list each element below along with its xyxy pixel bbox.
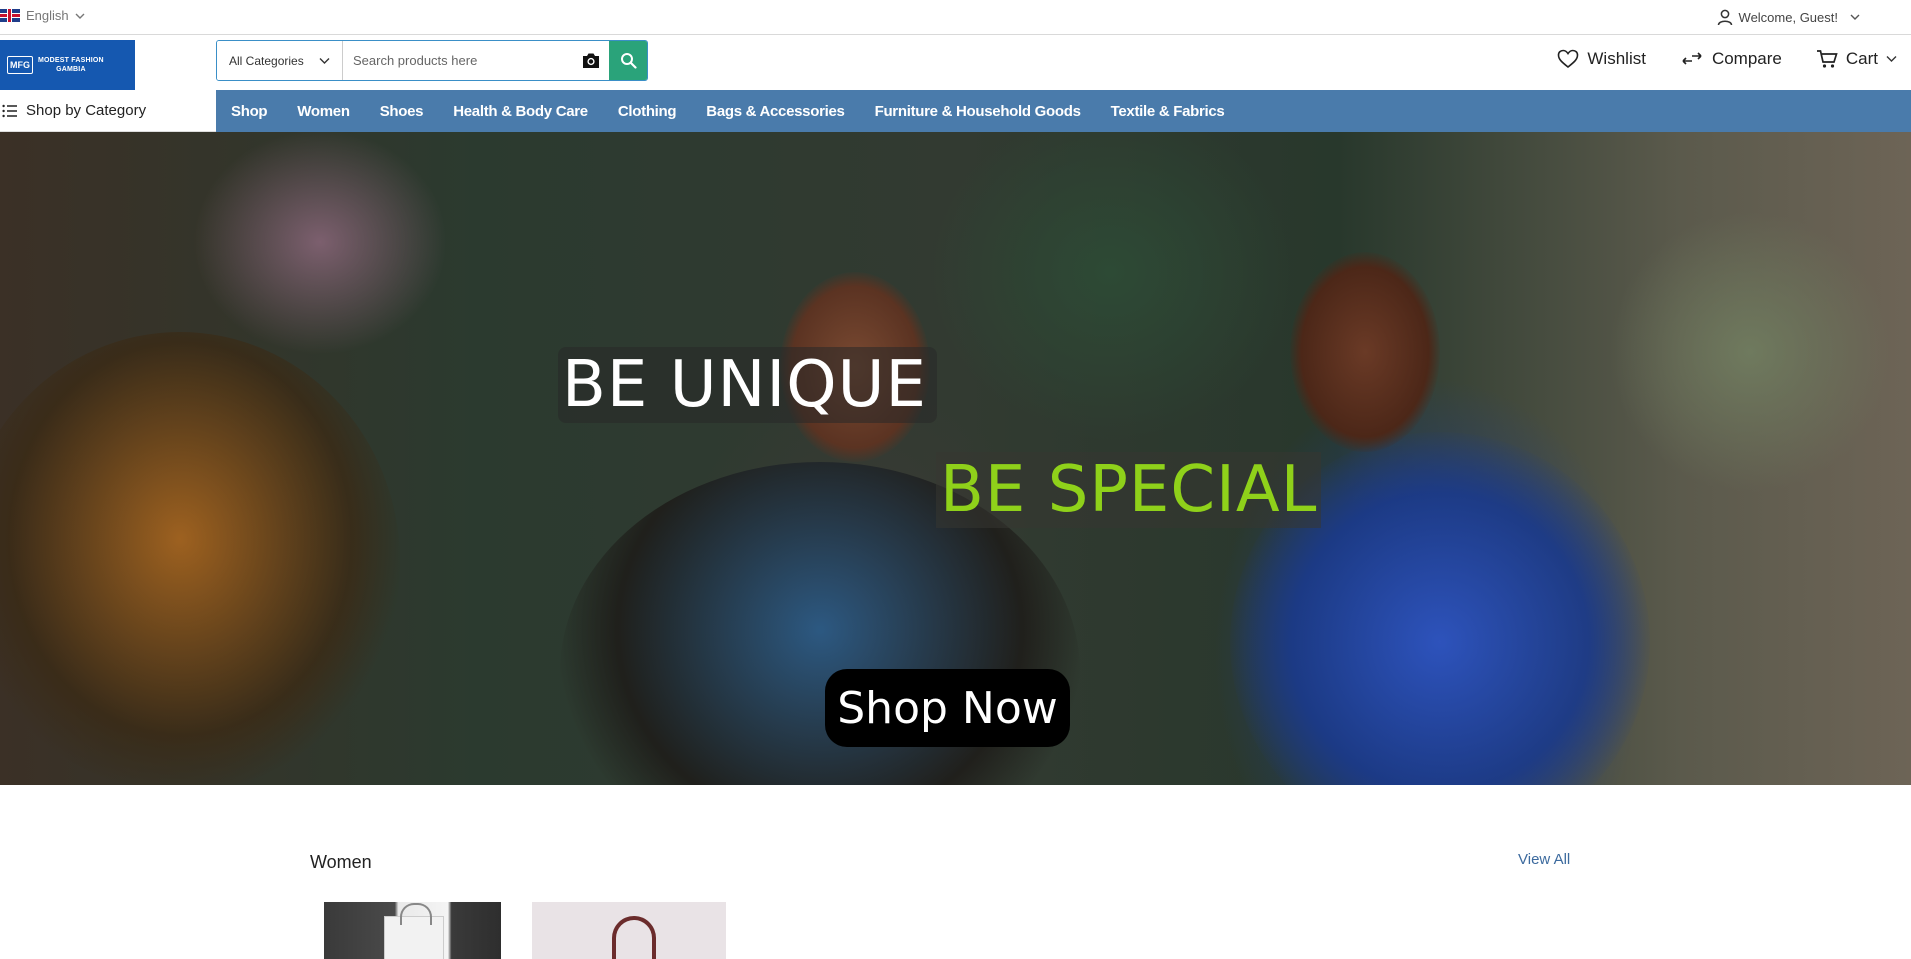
shop-by-category-button[interactable]: Shop by Category [0,90,216,132]
product-image-tote-bag [384,903,444,959]
hero-photo-face-right [1290,252,1440,452]
search-button[interactable] [609,41,647,80]
product-card[interactable] [532,902,726,959]
top-bar: English Welcome, Guest! [0,0,1911,35]
category-select[interactable]: All Categories [217,41,343,80]
camera-search-button[interactable] [573,41,609,80]
search-icon [620,53,637,69]
site-header: MFG MODEST FASHION GAMBIA All Categories… [0,35,1911,91]
product-card[interactable] [324,902,501,959]
user-icon [1717,9,1732,26]
nav-item-bags-accessories[interactable]: Bags & Accessories [706,103,845,120]
language-label: English [26,8,69,23]
nav-item-health-body-care[interactable]: Health & Body Care [453,103,588,120]
language-selector[interactable]: English [0,8,85,23]
chevron-down-icon [75,13,85,19]
search-input[interactable] [343,41,573,80]
product-image-handbag [612,916,656,959]
main-navigation: Shop by Category Shop Women Shoes Health… [0,90,1911,132]
chevron-down-icon [1886,56,1897,62]
heart-icon [1558,49,1579,69]
wishlist-label: Wishlist [1587,49,1646,68]
shop-by-category-label: Shop by Category [26,102,147,119]
nav-item-clothing[interactable]: Clothing [618,103,677,120]
header-actions: Wishlist Compare Cart [1557,49,1897,69]
camera-icon [583,53,599,68]
site-logo[interactable]: MFG MODEST FASHION GAMBIA [0,40,135,90]
hero-headline-special: BE SPECIAL [936,452,1322,528]
hero-photo-person-left [0,332,400,785]
category-nav-bar: Shop Women Shoes Health & Body Care Clot… [216,90,1911,132]
logo-text-line1: MODEST FASHION [38,57,104,64]
view-all-link[interactable]: View All [1518,851,1570,868]
logo-mark: MFG [7,56,33,74]
uk-flag-icon [0,9,20,22]
nav-item-shoes[interactable]: Shoes [380,103,424,120]
hero-headline-unique: BE UNIQUE [558,347,937,423]
wishlist-link[interactable]: Wishlist [1557,49,1646,69]
list-icon [2,104,17,117]
category-select-value: All Categories [229,53,304,68]
section-title-women: Women [310,852,372,872]
cart-label: Cart [1845,49,1878,68]
compare-link[interactable]: Compare [1680,49,1782,69]
logo-text-line2: GAMBIA [56,66,86,73]
cart-icon [1816,50,1838,68]
compare-arrows-icon [1682,52,1702,65]
chevron-down-icon [319,57,330,64]
nav-item-women[interactable]: Women [297,103,350,120]
hero-banner: BE UNIQUE BE SPECIAL Shop Now [0,132,1911,785]
nav-item-furniture-household[interactable]: Furniture & Household Goods [875,103,1081,120]
cart-link[interactable]: Cart [1816,49,1897,69]
chevron-down-icon [1850,14,1860,20]
welcome-label: Welcome, Guest! [1738,9,1838,25]
logo-text: MODEST FASHION GAMBIA [38,56,104,74]
account-menu[interactable]: Welcome, Guest! [1716,8,1861,26]
shop-now-button[interactable]: Shop Now [825,669,1070,747]
nav-item-shop[interactable]: Shop [231,103,268,120]
search-bar: All Categories [216,40,648,81]
compare-label: Compare [1711,49,1782,68]
nav-item-textile-fabrics[interactable]: Textile & Fabrics [1111,103,1225,120]
